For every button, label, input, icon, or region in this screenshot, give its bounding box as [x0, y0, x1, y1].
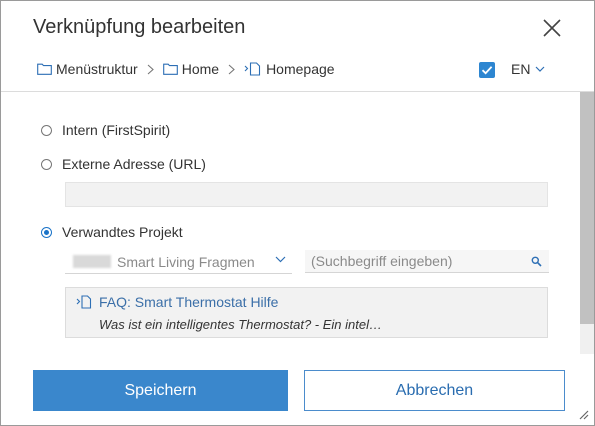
radio-extern[interactable]: Externe Adresse (URL) — [41, 156, 206, 172]
close-icon[interactable] — [542, 18, 562, 38]
breadcrumb-item-homepage[interactable]: Homepage — [244, 61, 335, 77]
chevron-right-icon — [147, 64, 154, 75]
radio-button[interactable] — [41, 226, 52, 238]
breadcrumb-label: Menüstruktur — [56, 61, 138, 77]
breadcrumb-label: Home — [181, 61, 220, 77]
dialog-title: Verknüpfung bearbeiten — [33, 16, 246, 38]
page-link-icon — [244, 62, 261, 76]
save-button[interactable]: Speichern — [33, 370, 288, 411]
breadcrumb-label: Homepage — [266, 61, 335, 77]
page-link-icon — [76, 295, 92, 309]
search-result-item[interactable]: FAQ: Smart Thermostat Hilfe Was ist ein … — [65, 287, 548, 338]
radio-button[interactable] — [41, 124, 52, 136]
project-select[interactable]: Smart Living Fragmen — [65, 250, 292, 274]
radio-label: Verwandtes Projekt — [62, 224, 183, 240]
scrollbar-thumb[interactable] — [580, 92, 594, 324]
edit-link-dialog: Verknüpfung bearbeiten Menüstruktur Home… — [0, 0, 595, 426]
breadcrumb: Menüstruktur Home Homepage — [37, 59, 335, 79]
result-title-row: FAQ: Smart Thermostat Hilfe — [76, 294, 278, 310]
radio-label: Externe Adresse (URL) — [62, 156, 206, 172]
search-icon[interactable] — [531, 256, 542, 267]
language-value: EN — [511, 61, 531, 77]
breadcrumb-item-home[interactable]: Home — [162, 61, 220, 77]
language-checkbox[interactable] — [479, 62, 495, 78]
resize-grip-icon[interactable] — [577, 408, 589, 420]
url-input[interactable] — [65, 182, 548, 207]
chevron-down-icon — [536, 66, 545, 72]
search-field[interactable] — [305, 250, 549, 273]
radio-label: Intern (FirstSpirit) — [62, 122, 171, 138]
chevron-right-icon — [228, 64, 235, 75]
project-select-value: Smart Living Fragmen — [117, 253, 255, 270]
cancel-button[interactable]: Abbrechen — [304, 370, 565, 411]
folder-icon — [37, 63, 52, 75]
radio-button[interactable] — [41, 158, 52, 170]
language-dropdown[interactable]: EN — [511, 61, 545, 77]
header-divider — [1, 91, 594, 92]
redacted-project-prefix — [73, 255, 111, 268]
radio-intern[interactable]: Intern (FirstSpirit) — [41, 122, 170, 138]
result-description: Was ist ein intelligentes Thermostat? - … — [99, 317, 382, 332]
breadcrumb-item-menustruktur[interactable]: Menüstruktur — [37, 61, 138, 77]
result-title: FAQ: Smart Thermostat Hilfe — [99, 294, 279, 310]
search-input[interactable] — [305, 250, 526, 271]
folder-icon — [162, 63, 178, 75]
radio-related-project[interactable]: Verwandtes Projekt — [41, 224, 183, 240]
chevron-down-icon — [275, 256, 286, 263]
